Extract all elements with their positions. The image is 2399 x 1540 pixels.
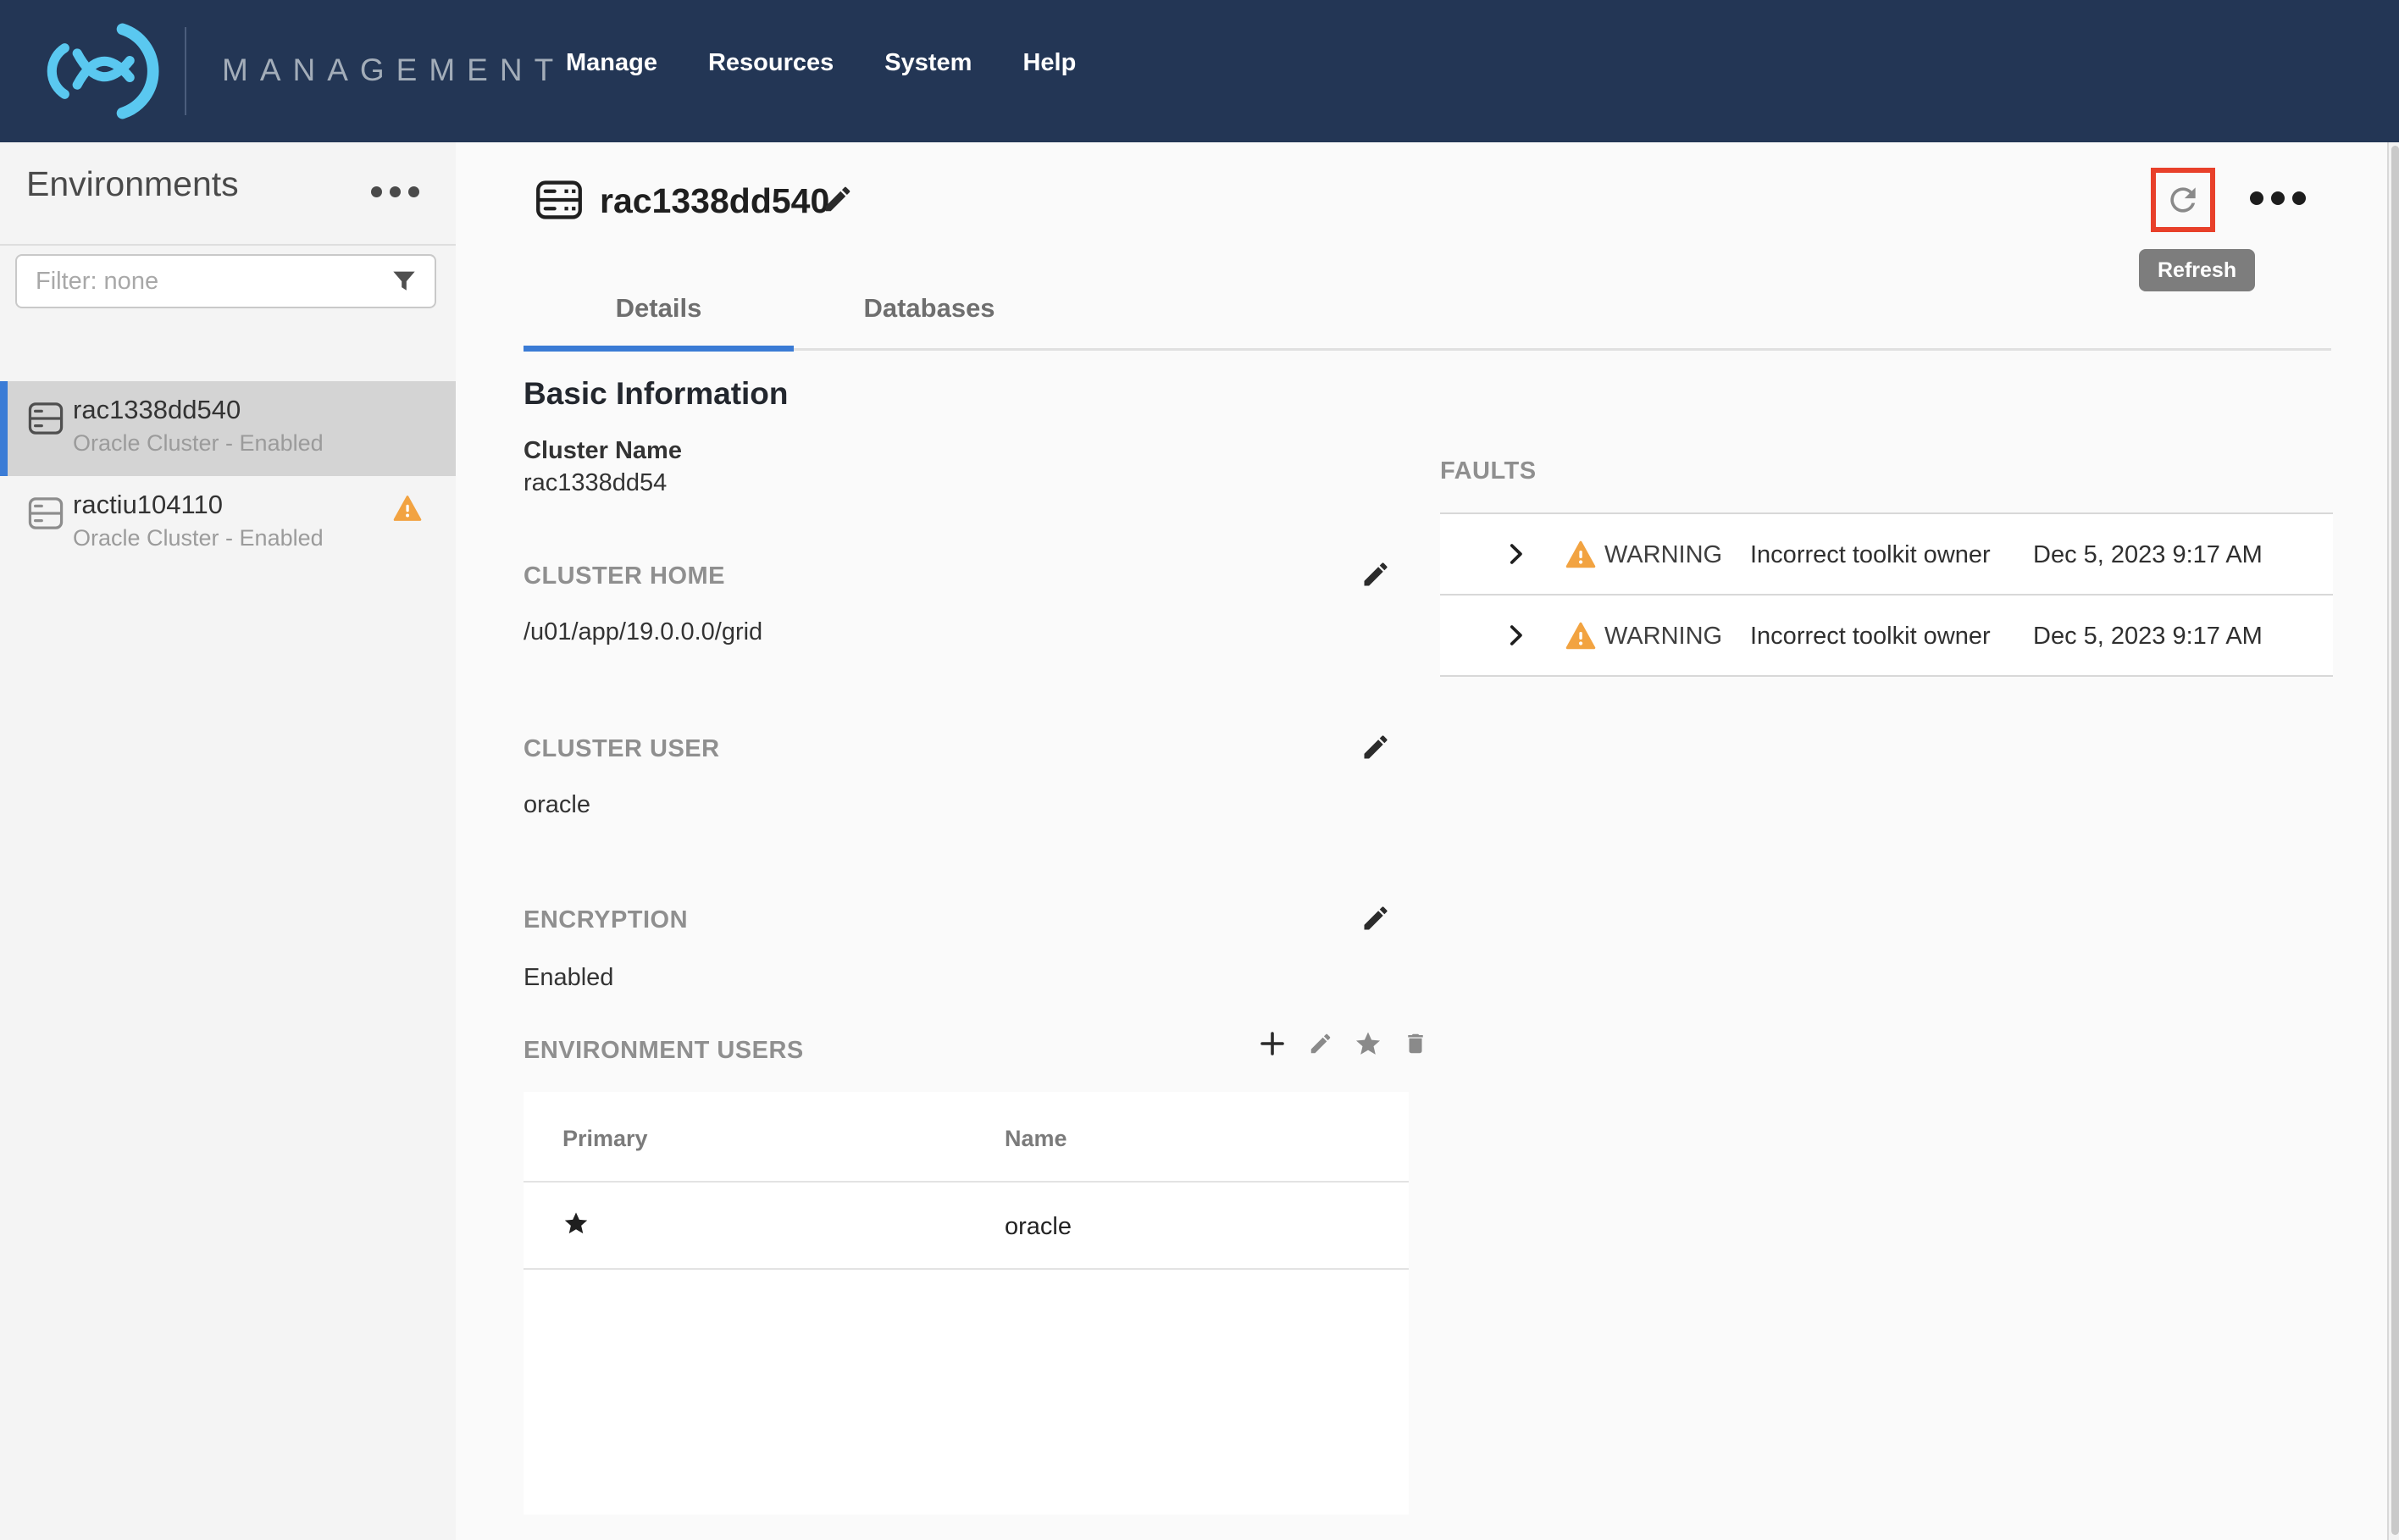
page-scrollbar xyxy=(2387,142,2399,1540)
sidebar-item-ractiu104110[interactable]: ractiu104110 Oracle Cluster - Enabled xyxy=(0,476,456,571)
fault-date: Dec 5, 2023 9:17 AM xyxy=(2033,541,2263,569)
delphix-management-app: { "navbar": { "brand": "MANAGEMENT", "it… xyxy=(0,0,2399,1540)
environment-status: Oracle Cluster - Enabled xyxy=(73,430,324,457)
sidebar-title: Environments xyxy=(26,164,239,204)
cluster-name-label: Cluster Name xyxy=(524,437,682,465)
add-user-icon[interactable] xyxy=(1257,1028,1288,1059)
expand-chevron-icon[interactable] xyxy=(1501,621,1530,650)
environment-status: Oracle Cluster - Enabled xyxy=(73,525,324,551)
edit-user-pencil-icon[interactable] xyxy=(1308,1031,1333,1056)
column-header-primary: Primary xyxy=(562,1126,648,1152)
menu-item-manage[interactable]: Manage xyxy=(566,49,657,77)
faults-heading: FAULTS xyxy=(1440,457,1537,485)
edit-encryption-pencil-icon[interactable] xyxy=(1360,903,1391,933)
scrollbar-thumb[interactable] xyxy=(2391,146,2399,1535)
edit-cluster-user-pencil-icon[interactable] xyxy=(1360,732,1391,762)
faults-list: WARNING Incorrect toolkit owner Dec 5, 2… xyxy=(1440,512,2333,677)
refresh-icon xyxy=(2164,181,2202,219)
encryption-label: ENCRYPTION xyxy=(524,906,688,934)
brand-title: MANAGEMENT xyxy=(222,53,565,88)
cluster-user-label: CLUSTER USER xyxy=(524,735,720,763)
delphix-logo-icon[interactable] xyxy=(24,19,173,124)
page-title: rac1338dd540 xyxy=(600,181,829,221)
cluster-home-label: CLUSTER HOME xyxy=(524,562,725,590)
fault-date: Dec 5, 2023 9:17 AM xyxy=(2033,623,2263,651)
active-tab-indicator xyxy=(524,346,794,352)
environment-detail-panel: rac1338dd540 Refresh Details Databases B… xyxy=(456,142,2389,1540)
filter-funnel-icon[interactable] xyxy=(391,268,418,295)
table-row[interactable]: oracle xyxy=(524,1183,1409,1268)
tab-databases[interactable]: Databases xyxy=(794,288,1065,329)
refresh-button[interactable] xyxy=(2151,168,2215,232)
encryption-value: Enabled xyxy=(524,964,613,992)
basic-information-heading: Basic Information xyxy=(524,376,789,412)
fault-row[interactable]: WARNING Incorrect toolkit owner Dec 5, 2… xyxy=(1440,596,2333,677)
sidebar-divider xyxy=(0,244,456,246)
environment-actions-kebab-menu[interactable] xyxy=(2250,191,2306,205)
brand-divider xyxy=(185,27,186,115)
primary-star-icon xyxy=(562,1210,590,1237)
filter-input[interactable] xyxy=(17,268,391,296)
top-navbar: MANAGEMENT Manage Resources System Help xyxy=(0,0,2399,142)
refresh-tooltip: Refresh xyxy=(2139,249,2255,291)
sidebar-kebab-menu[interactable] xyxy=(371,186,419,197)
fault-title: Incorrect toolkit owner xyxy=(1750,623,1991,651)
expand-chevron-icon[interactable] xyxy=(1501,540,1530,568)
cluster-host-icon xyxy=(28,496,64,530)
environment-name: rac1338dd540 xyxy=(73,395,241,425)
environment-users-toolbar xyxy=(1257,1028,1428,1059)
cluster-name-value: rac1338dd54 xyxy=(524,469,667,497)
environment-users-table: Primary Name oracle xyxy=(524,1092,1409,1515)
fault-severity: WARNING xyxy=(1604,623,1722,651)
warning-icon xyxy=(393,495,422,522)
edit-title-pencil-icon[interactable] xyxy=(822,183,854,215)
fault-severity: WARNING xyxy=(1604,541,1722,569)
cluster-home-value: /u01/app/19.0.0.0/grid xyxy=(524,618,762,646)
warning-icon xyxy=(1565,540,1596,568)
environment-name: ractiu104110 xyxy=(73,490,223,520)
edit-cluster-home-pencil-icon[interactable] xyxy=(1360,559,1391,590)
set-primary-star-icon[interactable] xyxy=(1354,1029,1382,1058)
tabs-baseline xyxy=(524,348,2331,351)
column-header-name: Name xyxy=(1005,1126,1067,1152)
fault-title: Incorrect toolkit owner xyxy=(1750,541,1991,569)
user-name: oracle xyxy=(1005,1213,1072,1241)
warning-icon xyxy=(1565,622,1596,650)
fault-row[interactable]: WARNING Incorrect toolkit owner Dec 5, 2… xyxy=(1440,514,2333,596)
environment-filter xyxy=(15,254,436,308)
menu-item-resources[interactable]: Resources xyxy=(708,49,834,77)
server-rack-icon xyxy=(535,176,583,224)
menu-item-system[interactable]: System xyxy=(884,49,972,77)
table-divider xyxy=(524,1268,1409,1270)
delete-user-trash-icon[interactable] xyxy=(1403,1031,1428,1056)
main-menu: Manage Resources System Help xyxy=(566,49,1076,77)
tab-details[interactable]: Details xyxy=(524,288,794,329)
environment-users-label: ENVIRONMENT USERS xyxy=(524,1037,804,1065)
cluster-user-value: oracle xyxy=(524,791,590,819)
environments-sidebar: Environments rac1338dd540 Oracle Cluster… xyxy=(0,142,456,1540)
cluster-host-icon xyxy=(28,402,64,435)
sidebar-item-rac1338dd540[interactable]: rac1338dd540 Oracle Cluster - Enabled xyxy=(0,381,456,476)
menu-item-help[interactable]: Help xyxy=(1022,49,1076,77)
